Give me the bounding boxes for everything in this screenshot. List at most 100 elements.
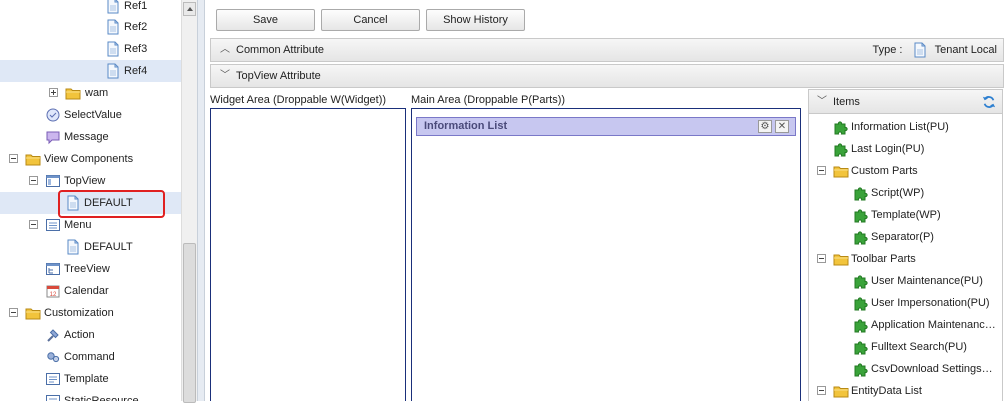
type-label: Type :	[872, 44, 903, 56]
part-information-list[interactable]: Information List ⚙ ✕	[416, 117, 796, 136]
puzzle-icon	[853, 295, 869, 311]
save-button[interactable]: Save	[216, 9, 315, 31]
chevron-down-icon[interactable]: ﹀	[817, 90, 827, 114]
tree-item-ref1[interactable]: Ref1	[0, 0, 181, 17]
puzzle-icon	[853, 185, 869, 201]
refresh-icon[interactable]	[982, 95, 996, 109]
tree-item-template[interactable]: Template	[0, 368, 181, 390]
collapse-toggle[interactable]	[29, 176, 38, 185]
tree-item-customization[interactable]: Customization	[0, 302, 181, 324]
chevron-down-icon[interactable]: ﹀	[219, 65, 231, 87]
tree-scrollbar[interactable]	[181, 0, 197, 403]
widget-drop-area[interactable]	[210, 108, 406, 401]
tree-item-action[interactable]: Action	[0, 324, 181, 346]
puzzle-icon	[833, 141, 849, 157]
tree-item-wam[interactable]: wam	[0, 82, 181, 104]
item-label: Custom Parts	[851, 165, 918, 177]
chevron-up-icon[interactable]: ︿	[219, 39, 231, 61]
item-label: Template(WP)	[871, 209, 941, 221]
item-label: User Maintenance(PU)	[871, 275, 983, 287]
expand-toggle[interactable]	[49, 88, 58, 97]
items-panel-title: Items	[833, 96, 860, 108]
gear-icon[interactable]: ⚙	[758, 120, 772, 133]
tree-item-label: Customization	[44, 307, 114, 319]
item-label: Last Login(PU)	[851, 143, 925, 155]
tree-item-label: Command	[64, 351, 115, 363]
main-drop-area[interactable]: Information List ⚙ ✕	[411, 108, 801, 401]
folder-icon	[833, 251, 849, 267]
panel-splitter[interactable]	[197, 0, 205, 401]
collapse-toggle[interactable]	[817, 386, 826, 395]
tree-item-treeview[interactable]: TreeView	[0, 258, 181, 280]
highlight-box	[58, 190, 165, 218]
close-icon[interactable]: ✕	[775, 120, 789, 133]
topview-attribute-header[interactable]: ﹀ TopView Attribute	[210, 64, 1004, 88]
item-label: User Impersonation(PU)	[871, 297, 990, 309]
tree-item-label: Template	[64, 373, 109, 385]
tree-item-label: SelectValue	[64, 109, 122, 121]
tree-item-label: wam	[85, 87, 109, 99]
collapse-toggle[interactable]	[817, 254, 826, 263]
tree-item-label: StaticResource	[64, 395, 139, 401]
cancel-button[interactable]: Cancel	[321, 9, 420, 31]
document-icon	[105, 19, 121, 35]
item-label: Information List(PU)	[851, 121, 949, 133]
selectvalue-icon	[45, 107, 61, 123]
tree-item-command[interactable]: Command	[0, 346, 181, 368]
puzzle-icon	[853, 207, 869, 223]
folder-icon	[833, 163, 849, 179]
type-indicator: Type : Tenant Local	[873, 39, 997, 61]
treeview-icon	[45, 261, 61, 277]
scroll-thumb[interactable]	[183, 243, 196, 403]
tree-item-message[interactable]: Message	[0, 126, 181, 148]
tree-item-calendar[interactable]: 12 Calendar	[0, 280, 181, 302]
scroll-up-arrow-icon[interactable]	[183, 2, 196, 16]
tree-item-ref3[interactable]: Ref3	[0, 38, 181, 60]
items-panel: ﹀ Items Information List(PU) Last Login(…	[808, 89, 1003, 401]
widget-area-label: Widget Area (Droppable W(Widget))	[210, 94, 387, 106]
items-panel-header[interactable]: ﹀ Items	[809, 90, 1002, 114]
menu-icon	[45, 217, 61, 233]
tree-item-label: Ref2	[124, 21, 148, 33]
folder-icon	[65, 85, 81, 101]
action-icon	[45, 327, 61, 343]
editor-panel: Save Cancel Show History ︿ Common Attrib…	[205, 0, 1008, 401]
document-icon	[105, 41, 121, 57]
resource-icon	[45, 393, 61, 401]
tree-item-label: View Components	[44, 153, 134, 165]
part-title: Information List	[424, 120, 508, 132]
message-icon	[45, 129, 61, 145]
tree-item-label: TreeView	[64, 263, 110, 275]
puzzle-icon	[853, 273, 869, 289]
item-label: CsvDownload Settings…	[871, 363, 993, 375]
collapse-toggle[interactable]	[9, 308, 18, 317]
topview-icon	[45, 173, 61, 189]
collapse-toggle[interactable]	[29, 220, 38, 229]
item-label: Script(WP)	[871, 187, 925, 199]
tree-item-label: Action	[64, 329, 95, 341]
folder-icon	[833, 383, 849, 399]
collapse-toggle[interactable]	[9, 154, 18, 163]
tree-item-ref4[interactable]: Ref4	[0, 60, 181, 82]
tree-item-staticresource[interactable]: StaticResource	[0, 390, 181, 401]
puzzle-icon	[853, 339, 869, 355]
tree-item-label: Ref4	[124, 65, 148, 77]
common-attribute-header[interactable]: ︿ Common Attribute Type : Tenant Local	[210, 38, 1004, 62]
collapse-toggle[interactable]	[817, 166, 826, 175]
show-history-button[interactable]: Show History	[426, 9, 525, 31]
puzzle-icon	[853, 229, 869, 245]
calendar-icon: 12	[45, 283, 61, 298]
document-icon	[65, 239, 81, 255]
tree-item-selectvalue[interactable]: SelectValue	[0, 104, 181, 126]
item-label: Toolbar Parts	[851, 253, 916, 265]
common-attribute-title: Common Attribute	[236, 44, 325, 56]
puzzle-icon	[853, 361, 869, 377]
puzzle-icon	[853, 317, 869, 333]
calendar-icon-day: 12	[50, 292, 57, 298]
tree-item-ref2[interactable]: Ref2	[0, 16, 181, 38]
command-icon	[45, 349, 61, 365]
tree-item-topview[interactable]: TopView	[0, 170, 181, 192]
tree-item-menu-default[interactable]: DEFAULT	[0, 236, 181, 258]
tree-item-label: TopView	[64, 175, 106, 187]
tree-item-view-components[interactable]: View Components	[0, 148, 181, 170]
